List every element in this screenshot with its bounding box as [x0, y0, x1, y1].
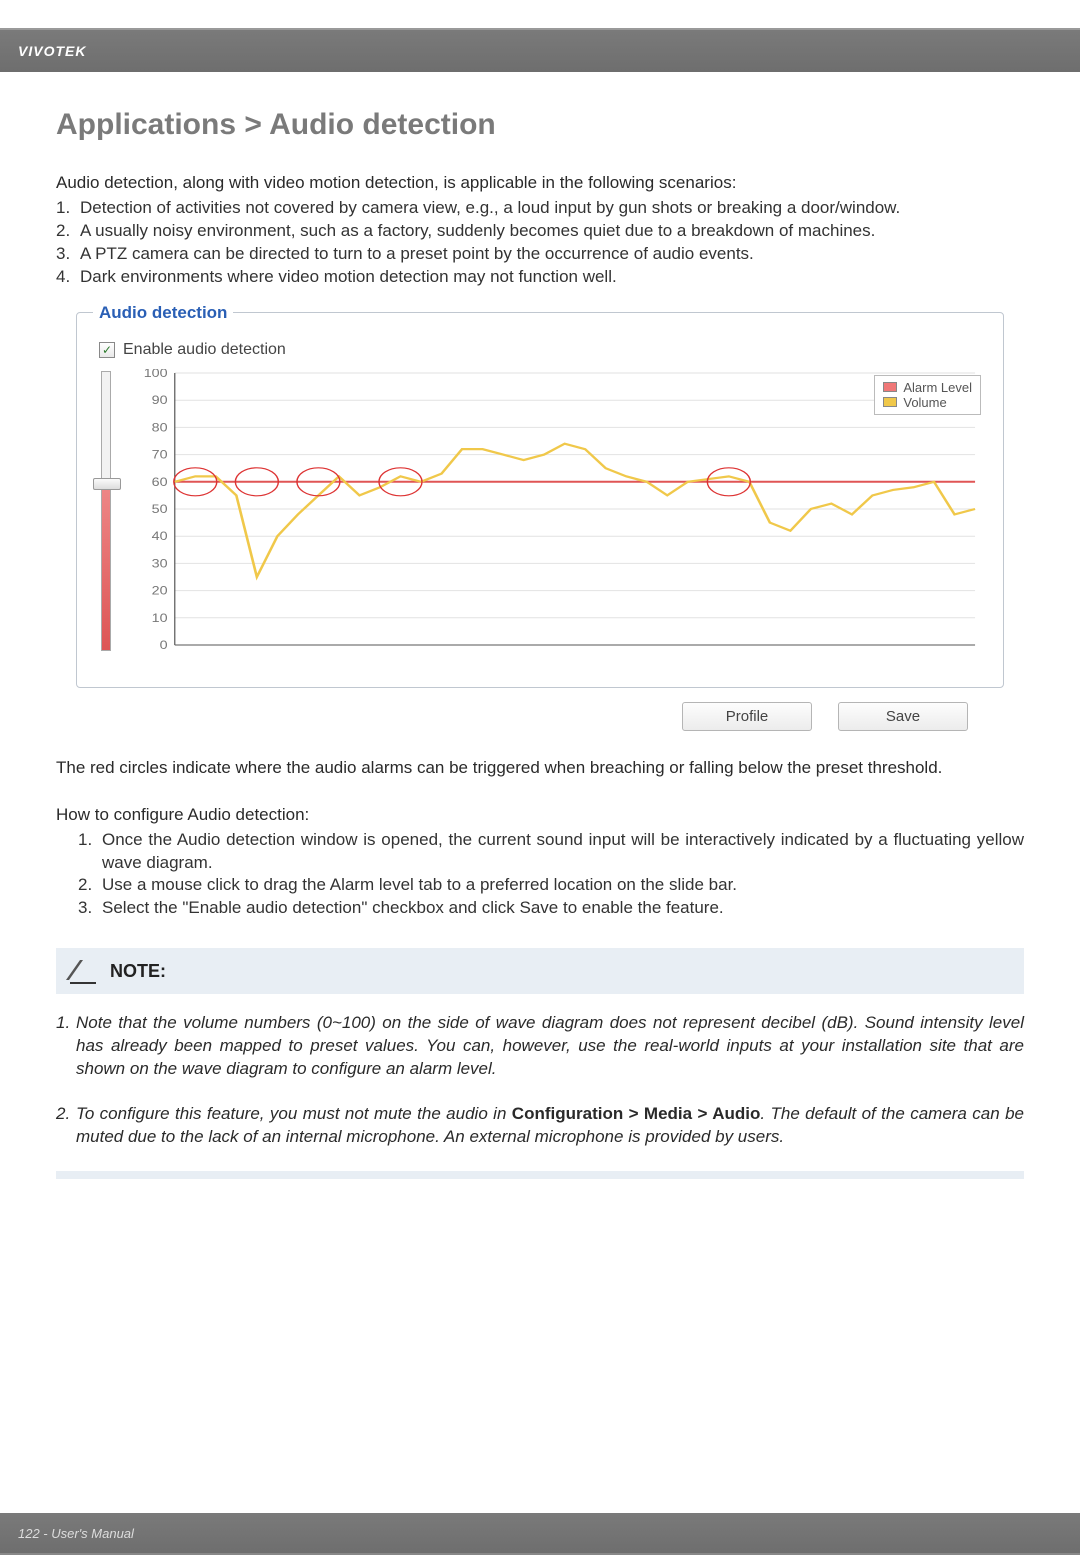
panel-legend: Audio detection — [93, 303, 233, 323]
list-item: Detection of activities not covered by c… — [56, 197, 1024, 220]
list-item: A usually noisy environment, such as a f… — [56, 220, 1024, 243]
svg-text:0: 0 — [160, 638, 168, 652]
note-list: Note that the volume numbers (0~100) on … — [56, 1012, 1024, 1149]
save-button[interactable]: Save — [838, 702, 968, 731]
note-bold: Configuration > Media > Audio — [512, 1104, 761, 1123]
svg-text:50: 50 — [152, 502, 168, 516]
enable-audio-checkbox[interactable]: ✓ — [99, 342, 115, 358]
howto-list: Once the Audio detection window is opene… — [78, 829, 1024, 921]
svg-text:70: 70 — [152, 447, 168, 461]
note-heading: NOTE: — [110, 961, 166, 982]
audio-chart: 0 10 20 30 40 50 60 70 80 90 100 Alarm Level Volum… — [127, 369, 987, 659]
audio-detection-panel: Audio detection ✓ Enable audio detection… — [76, 303, 1004, 688]
svg-text:40: 40 — [152, 529, 168, 543]
svg-text:80: 80 — [152, 420, 168, 434]
chart-legend: Alarm Level Volume — [874, 375, 981, 415]
legend-swatch-volume — [883, 397, 897, 407]
list-item: To configure this feature, you must not … — [56, 1103, 1024, 1149]
note-heading-bar: NOTE: — [56, 948, 1024, 994]
legend-swatch-alarm — [883, 382, 897, 392]
scenario-list: Detection of activities not covered by c… — [56, 197, 1024, 289]
list-item: Select the "Enable audio detection" chec… — [78, 897, 1024, 920]
page-title: Applications > Audio detection — [56, 108, 1024, 142]
list-item: Note that the volume numbers (0~100) on … — [56, 1012, 1024, 1081]
legend-label-volume: Volume — [903, 395, 946, 410]
note-text: To configure this feature, you must not … — [76, 1104, 512, 1123]
howto-title: How to configure Audio detection: — [56, 804, 1024, 827]
svg-text:60: 60 — [152, 475, 168, 489]
intro-text: Audio detection, along with video motion… — [56, 172, 1024, 195]
svg-text:100: 100 — [144, 369, 168, 380]
note-end-bar — [56, 1171, 1024, 1179]
list-item: Once the Audio detection window is opene… — [78, 829, 1024, 875]
note-text: Note that the volume numbers (0~100) on … — [76, 1013, 1024, 1078]
header-bar: VIVOTEK — [0, 28, 1080, 72]
legend-label-alarm: Alarm Level — [903, 380, 972, 395]
alarm-level-slider[interactable] — [101, 371, 111, 651]
brand: VIVOTEK — [18, 43, 86, 59]
profile-button[interactable]: Profile — [682, 702, 812, 731]
slider-thumb[interactable] — [93, 478, 121, 490]
pencil-icon — [70, 958, 96, 984]
svg-text:30: 30 — [152, 556, 168, 570]
footer-bar: 122 - User's Manual — [0, 1513, 1080, 1555]
red-circles-text: The red circles indicate where the audio… — [56, 757, 1024, 780]
enable-audio-label: Enable audio detection — [123, 341, 286, 359]
svg-text:90: 90 — [152, 393, 168, 407]
list-item: Dark environments where video motion det… — [56, 266, 1024, 289]
svg-text:20: 20 — [152, 583, 168, 597]
svg-text:10: 10 — [152, 611, 168, 625]
list-item: Use a mouse click to drag the Alarm leve… — [78, 874, 1024, 897]
footer-text: 122 - User's Manual — [18, 1526, 134, 1541]
list-item: A PTZ camera can be directed to turn to … — [56, 243, 1024, 266]
